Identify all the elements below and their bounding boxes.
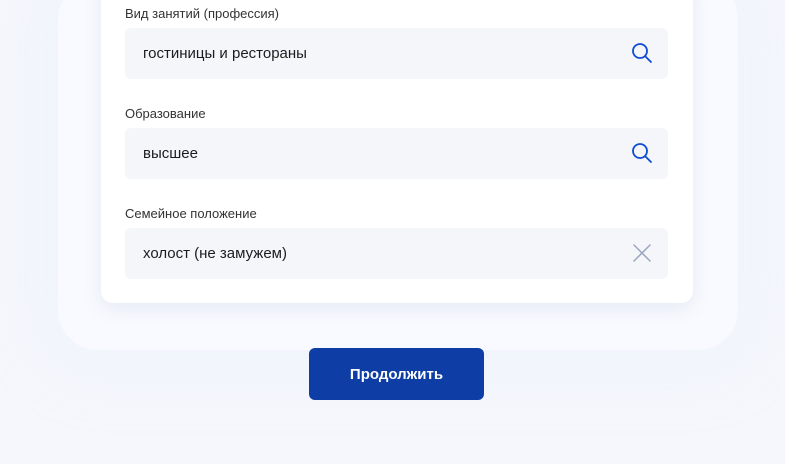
occupation-label: Вид занятий (профессия) [125,6,280,21]
education-field[interactable]: высшее [125,128,668,179]
marital-status-label: Семейное положение [125,206,257,221]
occupation-field[interactable]: гостиницы и рестораны [125,28,668,79]
search-icon[interactable] [630,41,654,65]
marital-status-field[interactable]: холост (не замужем) [125,228,668,279]
education-value: высшее [143,145,198,162]
marital-status-value: холост (не замужем) [143,245,287,262]
search-icon[interactable] [630,141,654,165]
occupation-value: гостиницы и рестораны [143,45,307,62]
clear-icon[interactable] [630,241,654,265]
education-label: Образование [125,106,206,121]
continue-button[interactable]: Продолжить [309,348,484,400]
